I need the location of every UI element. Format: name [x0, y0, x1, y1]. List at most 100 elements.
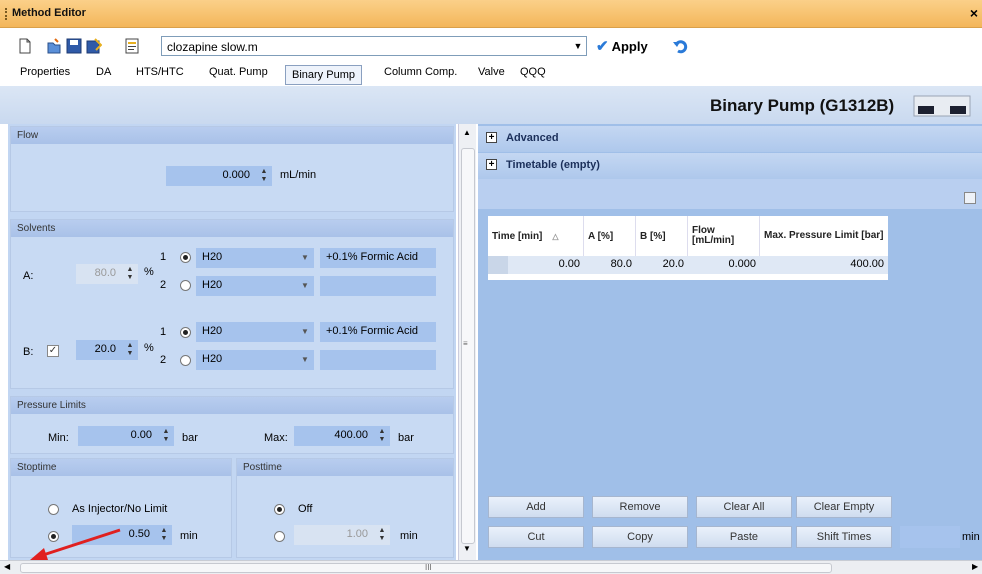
scroll-thumb[interactable]: III — [20, 563, 832, 573]
spinner-icon[interactable]: ▲ ▼ — [259, 168, 269, 184]
solvent-a1-select[interactable]: H20 ▼ — [196, 248, 314, 268]
pressure-unit: bar — [182, 432, 198, 444]
solvent-b1-comment[interactable]: +0.1% Formic Acid — [320, 322, 436, 342]
spinner-icon[interactable]: ▲ ▼ — [161, 428, 171, 444]
solvent-b2-comment[interactable] — [320, 350, 436, 370]
solvent-a1-comment[interactable]: +0.1% Formic Acid — [320, 248, 436, 268]
posttime-value: 1.00 — [346, 528, 368, 540]
save-icon[interactable] — [66, 38, 82, 54]
tab-valve[interactable]: Valve — [475, 65, 508, 79]
posttime-value-radio[interactable] — [274, 531, 285, 542]
pressure-min-input[interactable]: 0.00 ▲ ▼ — [78, 426, 174, 446]
tab-qqq[interactable]: QQQ — [517, 65, 549, 79]
horizontal-scrollbar[interactable]: ◀ III ▶ — [0, 560, 982, 574]
advanced-section[interactable]: + Advanced — [478, 126, 982, 152]
stoptime-value: 0.50 — [128, 528, 150, 540]
column-header-flow[interactable]: Flow [mL/min] — [688, 216, 760, 256]
scroll-up-icon[interactable]: ▲ — [463, 128, 471, 137]
column-header-time[interactable]: Time [min] △ — [488, 216, 584, 256]
solvent-b-percent: 20.0 — [94, 343, 116, 355]
sort-icon: △ — [552, 231, 559, 241]
cut-button[interactable]: Cut — [488, 526, 584, 548]
solvent-a2-comment[interactable] — [320, 276, 436, 296]
spinner-icon[interactable]: ▲ ▼ — [125, 342, 135, 358]
pressure-unit: bar — [398, 432, 414, 444]
table-cell[interactable]: 20.0 — [636, 256, 688, 274]
column-header-a[interactable]: A [%] — [584, 216, 636, 256]
method-file-combo[interactable]: clozapine slow.m ▼ — [161, 36, 587, 56]
posttime-off-radio[interactable] — [274, 504, 285, 515]
shift-times-button[interactable]: Shift Times — [796, 526, 892, 548]
solvent-b-percent-input[interactable]: 20.0 ▲ ▼ — [76, 340, 138, 360]
spinner-icon[interactable]: ▲ ▼ — [159, 527, 169, 543]
scroll-left-icon[interactable]: ◀ — [4, 562, 10, 571]
table-cell[interactable]: 0.00 — [508, 256, 584, 274]
stoptime-unit: min — [180, 530, 198, 542]
solvent-a2-select[interactable]: H20 ▼ — [196, 276, 314, 296]
solvent-b-checkbox[interactable]: ✓ — [47, 345, 59, 357]
remove-button[interactable]: Remove — [592, 496, 688, 518]
pressure-limits-title: Pressure Limits — [11, 397, 453, 414]
expand-icon[interactable]: + — [486, 132, 497, 143]
save-as-icon[interactable] — [86, 38, 102, 54]
tab-hts-htc[interactable]: HTS/HTC — [133, 65, 187, 79]
timetable-section[interactable]: + Timetable (empty) — [478, 153, 982, 179]
scroll-thumb[interactable]: ≡ — [461, 148, 475, 544]
paste-button[interactable]: Paste — [696, 526, 792, 548]
vertical-scrollbar[interactable]: ▲ ≡ ▼ — [458, 124, 476, 560]
shift-time-unit: min — [962, 531, 980, 543]
chevron-down-icon[interactable]: ▼ — [570, 37, 586, 55]
clear-empty-button[interactable]: Clear Empty — [796, 496, 892, 518]
module-header: Binary Pump (G1312B) — [0, 86, 982, 124]
tab-binary-pump[interactable]: Binary Pump — [285, 65, 362, 85]
pressure-max-input[interactable]: 400.00 ▲ ▼ — [294, 426, 390, 446]
report-icon[interactable] — [124, 38, 140, 54]
timetable-checkbox[interactable] — [964, 192, 976, 204]
shift-time-input[interactable] — [900, 526, 960, 548]
solvent-b2-radio[interactable] — [180, 355, 191, 366]
chevron-down-icon[interactable]: ▼ — [296, 350, 314, 370]
tab-properties[interactable]: Properties — [17, 65, 73, 79]
open-icon[interactable] — [46, 38, 62, 54]
column-header-label: B [%] — [640, 230, 666, 242]
chevron-down-icon[interactable]: ▼ — [296, 248, 314, 268]
chevron-down-icon[interactable]: ▼ — [296, 276, 314, 296]
row-header[interactable] — [488, 256, 508, 274]
solvent-b1-radio[interactable] — [180, 327, 191, 338]
timetable-grid[interactable]: Time [min] △ A [%] B [%] Flow [mL/min] Ma… — [488, 216, 888, 280]
close-icon[interactable]: × — [970, 5, 978, 21]
column-header-label: Flow [mL/min] — [692, 225, 735, 246]
flow-input[interactable]: 0.000 ▲ ▼ — [166, 166, 272, 186]
table-cell[interactable]: 400.00 — [760, 256, 888, 274]
grip-icon — [5, 8, 7, 20]
new-document-icon[interactable] — [17, 38, 33, 54]
solvent-a2-radio[interactable] — [180, 280, 191, 291]
grip-icon: ≡ — [463, 339, 468, 348]
undo-icon[interactable] — [672, 38, 688, 54]
tab-column-comp[interactable]: Column Comp. — [381, 65, 460, 79]
column-header-max-pressure[interactable]: Max. Pressure Limit [bar] — [760, 216, 888, 256]
spinner-icon[interactable]: ▲ ▼ — [377, 428, 387, 444]
scroll-right-icon[interactable]: ▶ — [972, 562, 978, 571]
solvent-b2-select[interactable]: H20 ▼ — [196, 350, 314, 370]
table-cell[interactable]: 0.000 — [688, 256, 760, 274]
advanced-label: Advanced — [506, 132, 559, 144]
copy-button[interactable]: Copy — [592, 526, 688, 548]
stoptime-no-limit-radio[interactable] — [48, 504, 59, 515]
apply-button[interactable]: ✔ Apply — [596, 36, 648, 56]
tab-quat-pump[interactable]: Quat. Pump — [206, 65, 271, 79]
clear-all-button[interactable]: Clear All — [696, 496, 792, 518]
table-cell[interactable]: 80.0 — [584, 256, 636, 274]
timetable-label: Timetable (empty) — [506, 159, 600, 171]
pressure-max-label: Max: — [264, 432, 288, 444]
add-button[interactable]: Add — [488, 496, 584, 518]
window-title: Method Editor — [12, 7, 86, 19]
solvent-a1-radio[interactable] — [180, 252, 191, 263]
pressure-min-label: Min: — [48, 432, 69, 444]
column-header-b[interactable]: B [%] — [636, 216, 688, 256]
expand-icon[interactable]: + — [486, 159, 497, 170]
chevron-down-icon[interactable]: ▼ — [296, 322, 314, 342]
scroll-down-icon[interactable]: ▼ — [463, 544, 471, 553]
solvent-b1-select[interactable]: H20 ▼ — [196, 322, 314, 342]
tab-da[interactable]: DA — [93, 65, 114, 79]
